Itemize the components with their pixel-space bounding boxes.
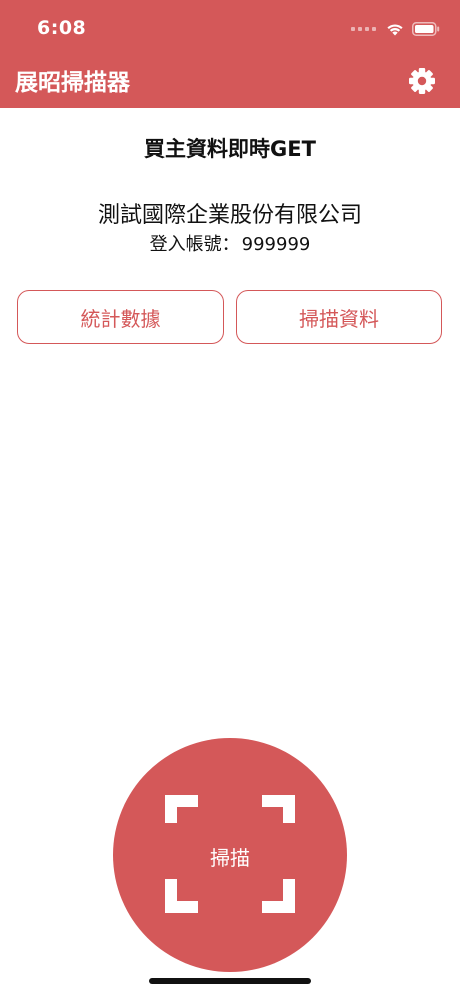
status-icons [351, 18, 440, 40]
account-info: 登入帳號： 999999 [0, 230, 460, 256]
app-title: 展昭掃描器 [15, 70, 130, 96]
scan-label: 掃描 [210, 846, 250, 870]
app-header: 6:08 展昭掃描器 [0, 0, 460, 108]
scan-button[interactable]: 掃描 [113, 738, 347, 972]
account-label: 登入帳號： [149, 234, 240, 255]
headline: 買主資料即時GET [144, 137, 316, 161]
cellular-signal-icon [351, 27, 376, 31]
company-name: 測試國際企業股份有限公司 [97, 203, 362, 228]
home-indicator [149, 978, 311, 984]
wifi-icon [387, 24, 403, 36]
statistics-button[interactable]: 統計數據 [17, 290, 224, 344]
status-time: 6:08 [37, 17, 87, 39]
battery-icon [412, 22, 440, 36]
gear-icon[interactable] [408, 67, 436, 95]
scan-data-button[interactable]: 掃描資料 [236, 290, 442, 344]
account-value: 999999 [241, 234, 311, 255]
